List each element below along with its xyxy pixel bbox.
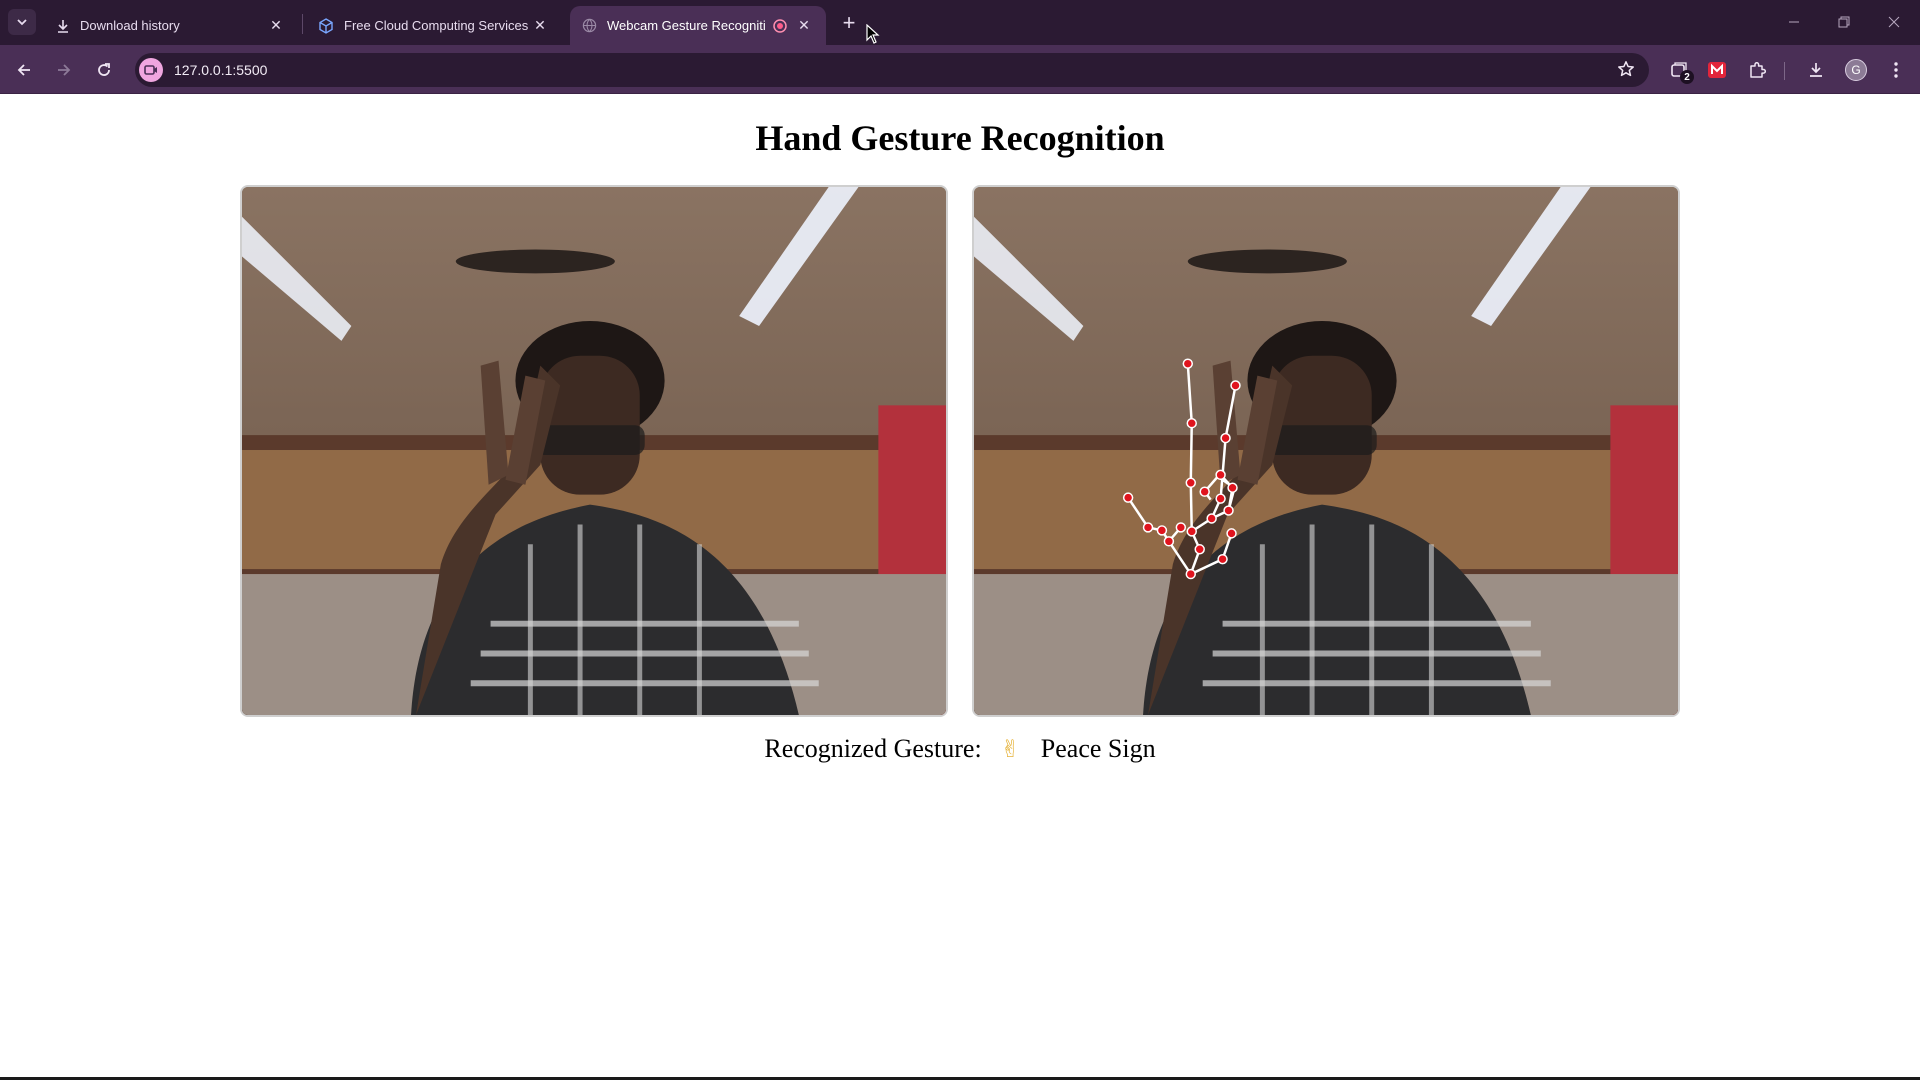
tab-divider bbox=[302, 14, 303, 34]
restore-icon bbox=[1838, 16, 1850, 28]
cube-icon bbox=[319, 17, 333, 34]
minimize-button[interactable] bbox=[1774, 8, 1814, 36]
m-extension-button[interactable] bbox=[1702, 55, 1732, 85]
gesture-result: Recognized Gesture: ✌ Peace Sign bbox=[0, 732, 1920, 764]
recording-icon bbox=[773, 18, 787, 33]
tab-title: Download history bbox=[80, 18, 180, 33]
downloads-button[interactable] bbox=[1801, 55, 1831, 85]
download-icon bbox=[58, 19, 68, 33]
gesture-value: Peace Sign bbox=[1040, 734, 1156, 764]
menu-button[interactable] bbox=[1881, 55, 1911, 85]
camera-icon bbox=[144, 65, 157, 75]
webcam-frame-annotated bbox=[974, 187, 1678, 715]
plus-icon: + bbox=[842, 10, 856, 35]
close-icon bbox=[1888, 16, 1900, 28]
tab-groups-extension-button[interactable]: 2 bbox=[1664, 55, 1694, 85]
tab-search-button[interactable] bbox=[8, 9, 36, 35]
extension-badge: 2 bbox=[1680, 70, 1694, 84]
extensions-button[interactable] bbox=[1742, 55, 1772, 85]
tab-download-history[interactable]: Download history ✕ bbox=[44, 6, 298, 45]
toolbar-divider bbox=[1784, 62, 1785, 80]
page-content: Hand Gesture Recognition Recognized Gest… bbox=[0, 95, 1920, 1080]
tab-webcam-gesture[interactable]: Webcam Gesture Recogniti ✕ bbox=[570, 6, 826, 45]
webcam-frame bbox=[242, 187, 946, 715]
url-text: 127.0.0.1:5500 bbox=[174, 62, 268, 78]
close-window-button[interactable] bbox=[1874, 8, 1914, 36]
minimize-icon bbox=[1789, 21, 1799, 23]
peace-hand-icon: ✌ bbox=[1000, 735, 1021, 764]
profile-button[interactable]: G bbox=[1841, 55, 1871, 85]
more-vertical-icon bbox=[1894, 62, 1898, 78]
reload-button[interactable] bbox=[89, 55, 119, 85]
puzzle-icon bbox=[1750, 61, 1766, 78]
arrow-right-icon bbox=[58, 64, 71, 76]
m-logo-icon bbox=[1708, 62, 1726, 78]
mouse-cursor-icon bbox=[866, 24, 880, 44]
arrow-left-icon bbox=[17, 64, 30, 76]
tab-strip: Download history ✕ Free Cloud Computing … bbox=[0, 0, 1920, 45]
close-icon[interactable]: ✕ bbox=[530, 16, 550, 36]
chevron-down-icon bbox=[17, 19, 27, 26]
close-icon[interactable]: ✕ bbox=[266, 16, 286, 36]
close-icon[interactable]: ✕ bbox=[794, 16, 814, 36]
tab-title: Webcam Gesture Recogniti bbox=[607, 18, 766, 33]
restore-button[interactable] bbox=[1824, 8, 1864, 36]
raw-webcam-video bbox=[240, 185, 948, 717]
tab-free-cloud-computing[interactable]: Free Cloud Computing Services ✕ bbox=[306, 6, 562, 45]
star-icon bbox=[1618, 61, 1634, 77]
bookmark-button[interactable] bbox=[1617, 60, 1635, 83]
site-info-button[interactable] bbox=[139, 58, 163, 82]
forward-button[interactable] bbox=[49, 55, 79, 85]
gesture-label: Recognized Gesture: bbox=[764, 734, 982, 764]
globe-icon bbox=[582, 18, 597, 33]
page-title: Hand Gesture Recognition bbox=[755, 118, 1165, 158]
annotated-webcam-video bbox=[972, 185, 1680, 717]
reload-icon bbox=[98, 63, 110, 76]
download-icon bbox=[1810, 63, 1822, 77]
avatar: G bbox=[1845, 59, 1867, 81]
back-button[interactable] bbox=[9, 55, 39, 85]
browser-toolbar: 127.0.0.1:5500 2 G bbox=[0, 45, 1920, 94]
address-bar[interactable]: 127.0.0.1:5500 bbox=[135, 53, 1649, 87]
new-tab-button[interactable]: + bbox=[836, 10, 862, 36]
tab-title: Free Cloud Computing Services bbox=[344, 18, 529, 33]
